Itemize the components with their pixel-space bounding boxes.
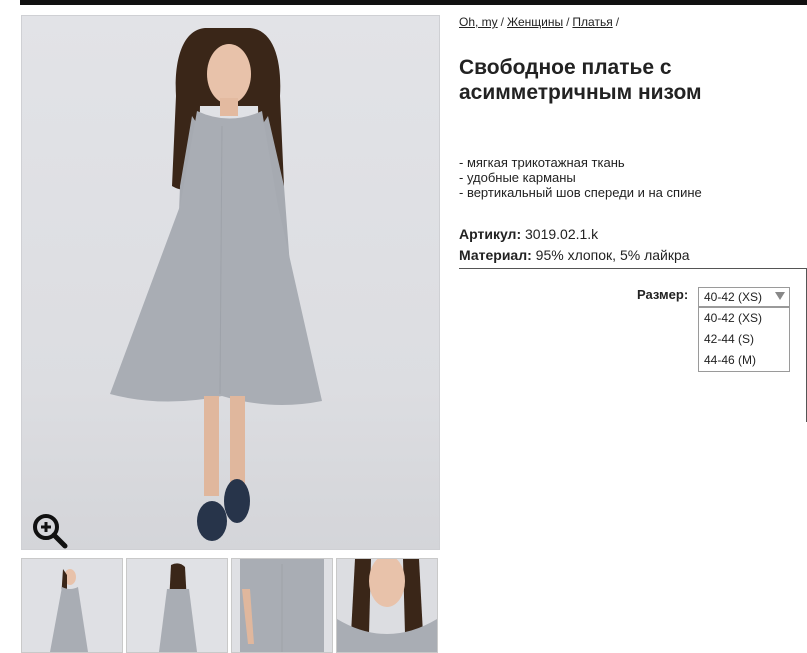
material-row: Материал: 95% хлопок, 5% лайкра <box>459 247 690 263</box>
model-photo <box>110 28 322 541</box>
thumbnail-image <box>337 559 437 652</box>
top-border <box>20 0 807 5</box>
feature-item: - вертикальный шов спереди и на спине <box>459 185 702 200</box>
thumbnail-1[interactable] <box>21 558 123 653</box>
thumbnail-2[interactable] <box>126 558 228 653</box>
sku-value: 3019.02.1.k <box>525 226 599 242</box>
breadcrumb: Oh, my / Женщины / Платья / <box>459 15 622 29</box>
chevron-down-icon <box>775 292 785 300</box>
breadcrumb-dresses-link[interactable]: Платья <box>572 15 612 29</box>
size-label: Размер: <box>637 287 689 302</box>
size-select[interactable]: 40-42 (XS) <box>698 287 790 307</box>
size-option[interactable]: 40-42 (XS) <box>699 308 789 329</box>
size-option[interactable]: 42-44 (S) <box>699 329 789 350</box>
feature-list: - мягкая трикотажная ткань - удобные кар… <box>459 155 702 200</box>
product-main-image[interactable] <box>21 15 440 550</box>
zoom-button[interactable] <box>30 511 70 549</box>
size-options-list: 40-42 (XS) 42-44 (S) 44-46 (M) <box>698 307 790 372</box>
thumbnail-image <box>127 559 227 652</box>
size-option[interactable]: 44-46 (M) <box>699 350 789 371</box>
divider <box>459 268 807 269</box>
feature-item: - мягкая трикотажная ткань <box>459 155 625 170</box>
breadcrumb-home-link[interactable]: Oh, my <box>459 15 498 29</box>
thumbnail-image <box>22 559 122 652</box>
sku-row: Артикул: 3019.02.1.k <box>459 226 598 242</box>
material-label: Материал: <box>459 247 532 263</box>
material-value: 95% хлопок, 5% лайкра <box>535 247 690 263</box>
thumbnail-3[interactable] <box>231 558 333 653</box>
product-title: Свободное платье с асимметричным низом <box>459 56 702 104</box>
sku-label: Артикул: <box>459 226 522 242</box>
thumbnail-image <box>232 559 332 652</box>
breadcrumb-separator: / <box>566 15 570 29</box>
breadcrumb-separator: / <box>500 15 505 29</box>
zoom-in-icon <box>33 514 68 549</box>
feature-item: - удобные карманы <box>459 170 576 185</box>
size-selected-value: 40-42 (XS) <box>704 290 763 304</box>
breadcrumb-women-link[interactable]: Женщины <box>507 15 563 29</box>
thumbnail-4[interactable] <box>336 558 438 653</box>
breadcrumb-separator: / <box>615 15 620 29</box>
